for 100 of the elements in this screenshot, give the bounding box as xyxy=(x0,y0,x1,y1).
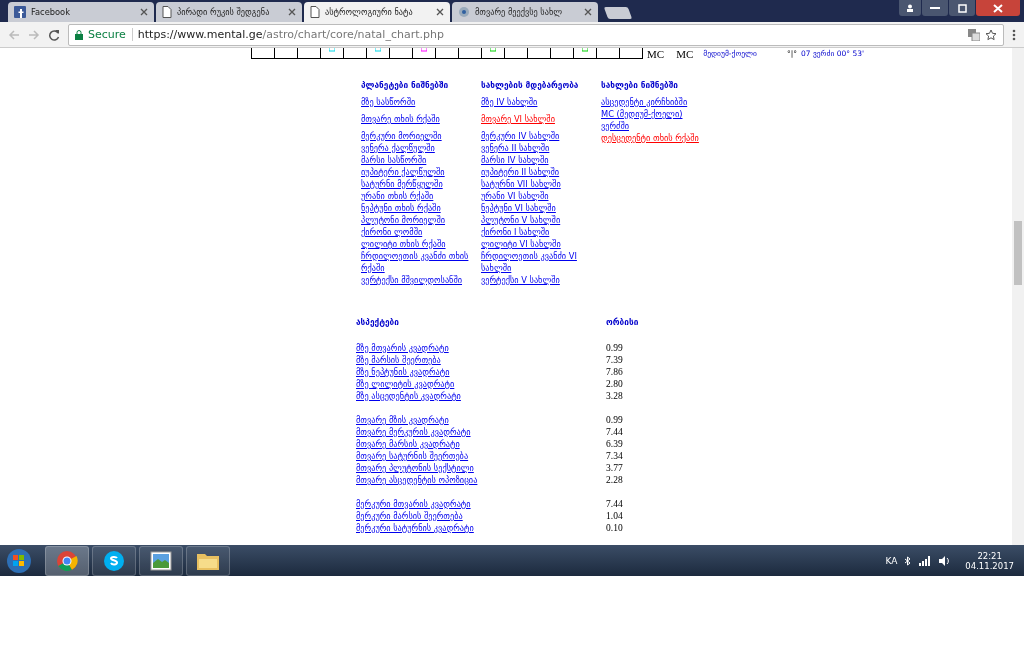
orb-value: 7.44 xyxy=(606,498,624,510)
interpretation-link[interactable]: სატურნი VII სახლში xyxy=(481,178,561,190)
interpretation-link[interactable]: სატურნი მერწყულში xyxy=(361,178,443,190)
orb-value: 2.80 xyxy=(606,378,624,390)
aspect-link[interactable]: მთვარე მერკურის კვადრატი xyxy=(356,427,471,437)
interpretation-link[interactable]: მერკური მორიელში xyxy=(361,130,442,142)
start-button[interactable] xyxy=(4,546,34,575)
aspect-link[interactable]: მზე ლილიტის კვადრატი xyxy=(356,379,455,389)
interpretation-link[interactable]: ასცედენტი კირჩხიბში xyxy=(601,96,688,108)
translate-icon[interactable] xyxy=(968,28,980,41)
interpretation-link[interactable]: ურანი VI სახლში xyxy=(481,190,549,202)
chart-grid-cell xyxy=(251,48,275,59)
interpretation-link[interactable]: ქირონი I სახლში xyxy=(481,226,550,238)
aspect-glyph-icon xyxy=(421,48,427,52)
interpretation-link[interactable]: მზე სასწორში xyxy=(361,96,416,108)
clock[interactable]: 22:21 04.11.2017 xyxy=(965,550,1014,571)
reload-icon[interactable] xyxy=(48,28,60,41)
taskbar-app-button[interactable] xyxy=(186,545,230,576)
close-button[interactable] xyxy=(976,0,1020,16)
orb-value: 7.86 xyxy=(606,366,624,378)
interpretation-link[interactable]: ლილიტი VI სახლში xyxy=(481,238,561,250)
orb-value: 0.99 xyxy=(606,414,624,426)
taskbar-app-button[interactable] xyxy=(45,545,89,576)
taskbar-app-button[interactable] xyxy=(139,545,183,576)
aspect-link[interactable]: მზე ასცედენტის კვადრატი xyxy=(356,391,461,401)
browser-tab[interactable]: პირადი რუკის შედგენა xyxy=(156,2,302,22)
interpretation-link[interactable]: მარსი IV სახლში xyxy=(481,154,549,166)
scrollbar[interactable] xyxy=(1012,48,1024,545)
aspect-link[interactable]: მთვარე მზის კვადრატი xyxy=(356,415,449,425)
profile-button[interactable] xyxy=(899,0,921,16)
interpretation-link[interactable]: ვერტექსი მშვილდოსანში xyxy=(361,274,463,286)
interpretation-link[interactable]: პლუტონი მორიელში xyxy=(361,214,445,226)
aspect-link[interactable]: მერკური მარსის შეერთება xyxy=(356,511,463,521)
aspect-link[interactable]: მთვარე ასცედენტის ოპოზიცია xyxy=(356,475,478,485)
person-icon xyxy=(906,4,914,12)
lock-icon xyxy=(75,29,83,40)
interpretation-link[interactable]: მზე IV სახლში xyxy=(481,96,538,108)
close-icon xyxy=(993,3,1003,13)
maximize-button[interactable] xyxy=(949,0,975,16)
aspect-link[interactable]: მერკური მთვარის კვადრატი xyxy=(356,499,471,509)
browser-tab[interactable]: მთვარე მეექვსე სახლ xyxy=(452,2,598,22)
close-icon[interactable] xyxy=(288,8,296,16)
close-icon[interactable] xyxy=(140,8,148,16)
interpretation-link[interactable]: ვერძში xyxy=(601,120,629,132)
interpretation-link[interactable]: მარსი სასწორში xyxy=(361,154,427,166)
aspect-glyph-icon xyxy=(490,48,496,52)
interpretation-link[interactable]: მერკური IV სახლში xyxy=(481,130,560,142)
secure-label: Secure xyxy=(88,28,133,41)
interpretation-link[interactable]: ლილიტი თხის რქაში xyxy=(361,238,446,250)
interpretation-link[interactable]: ნეპტუნი VI სახლში xyxy=(481,202,556,214)
skype-icon xyxy=(103,549,125,572)
chrome-icon xyxy=(56,549,78,572)
interpretation-link[interactable]: ქირონი ლომში xyxy=(361,226,423,238)
address-bar[interactable]: Secure https://www.mental.ge/astro/chart/core/natal_chart.php xyxy=(68,23,1004,46)
aspect-link[interactable]: მზე მთვარის კვადრატი xyxy=(356,343,449,353)
orb-value: 1.04 xyxy=(606,510,624,522)
close-icon[interactable] xyxy=(436,8,444,16)
language-indicator[interactable]: KA xyxy=(885,555,898,566)
aspect-link[interactable]: მერკური სატურნის კვადრატი xyxy=(356,523,474,533)
orb-value: 0.10 xyxy=(606,522,624,534)
star-icon[interactable] xyxy=(985,28,997,41)
aspect-link[interactable]: მთვარე სატურნის შეერთება xyxy=(356,451,469,461)
aspect-glyph-icon xyxy=(582,48,588,52)
aspect-link[interactable]: მთვარე მარსის კვადრატი xyxy=(356,439,460,449)
network-icon[interactable] xyxy=(919,555,932,566)
interpretation-link[interactable]: ვენერა ქალწულში xyxy=(361,142,435,154)
interpretation-link[interactable]: ნეპტუნი თხის რქაში xyxy=(361,202,441,214)
bluetooth-icon[interactable] xyxy=(905,555,912,566)
menu-icon[interactable] xyxy=(1012,28,1016,41)
mc-label: MC xyxy=(676,49,694,59)
minimize-icon xyxy=(930,6,940,10)
aspect-link[interactable]: მზე ნეპტუნის კვადრატი xyxy=(356,367,450,377)
aspect-link[interactable]: მთვარე პლუტონის სექსტილი xyxy=(356,463,474,473)
column-heading: ორბისი xyxy=(606,316,640,328)
taskbar-app-button[interactable] xyxy=(92,545,136,576)
interpretation-link[interactable]: MC (მედიუმ-ქოელი) xyxy=(601,108,683,120)
orb-value: 3.28 xyxy=(606,390,624,402)
aspect-link[interactable]: მზე მარსის შეერთება xyxy=(356,355,441,365)
interpretation-link[interactable]: პლუტონი V სახლში xyxy=(481,214,561,226)
interpretation-link[interactable]: ურანი თხის რქაში xyxy=(361,190,434,202)
url-text: https://www.mental.ge/astro/chart/core/natal_chart.php xyxy=(137,28,444,41)
interpretation-link[interactable]: ვენერა II სახლში xyxy=(481,142,550,154)
close-icon[interactable] xyxy=(584,8,592,16)
orb-value: 2.28 xyxy=(606,474,624,486)
interpretation-link[interactable]: დესცედენტი თხის რქაში xyxy=(601,132,699,144)
interpretation-link[interactable]: მთვარე VI სახლში xyxy=(481,113,555,125)
volume-icon[interactable] xyxy=(939,555,952,566)
scrollbar-thumb[interactable] xyxy=(1014,221,1022,285)
new-tab-button[interactable] xyxy=(603,7,633,19)
interpretation-link[interactable]: ვერტექსი V სახლში xyxy=(481,274,560,286)
aspect-glyph-icon xyxy=(329,48,335,52)
column-heading: სახლების მდებარეობა xyxy=(481,79,580,91)
minimize-button[interactable] xyxy=(922,0,948,16)
page-icon xyxy=(162,6,172,18)
browser-tab[interactable]: ასტროლოგიური ნატა xyxy=(304,2,450,22)
interpretation-link[interactable]: იუპიტერი II სახლში xyxy=(481,166,560,178)
browser-tab[interactable]: Facebook xyxy=(8,2,154,22)
interpretation-link[interactable]: მთვარე თხის რქაში xyxy=(361,113,440,125)
maximize-icon xyxy=(957,3,967,13)
interpretation-link[interactable]: იუპიტერი ქალწულში xyxy=(361,166,445,178)
